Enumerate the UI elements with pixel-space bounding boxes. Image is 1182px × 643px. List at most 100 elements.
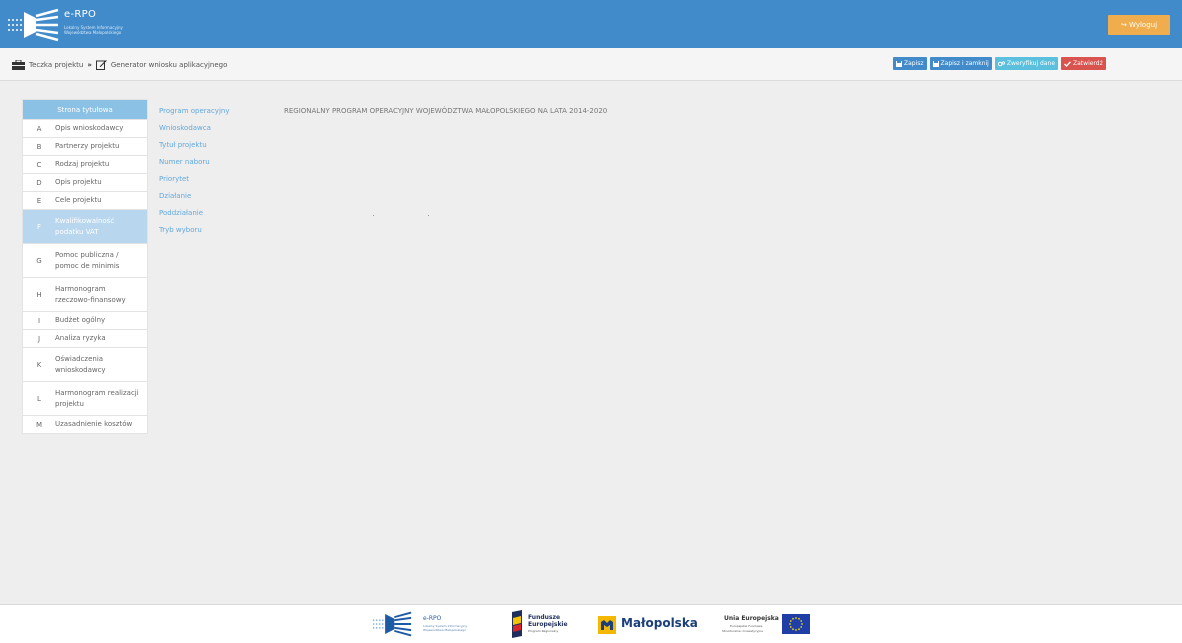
sidebar-item-k[interactable]: K Oświadczenia wnioskodawcy <box>23 347 147 381</box>
logout-label: Wyloguj <box>1129 21 1158 29</box>
breadcrumb-generator: Generator wniosku aplikacyjnego <box>110 60 228 69</box>
sidebar-item-c[interactable]: C Rodzaj projektu <box>23 155 147 173</box>
sign-out-icon: ↪ <box>1120 21 1130 29</box>
breadcrumb: Teczka projektu » Generator wniosku apli… <box>12 59 227 70</box>
sidebar-item-label: Kwalifikowalność podatku VAT <box>55 216 115 236</box>
section-sidebar: Strona tytułowa A Opis wnioskodawcy B Pa… <box>22 99 148 434</box>
sidebar-item-d[interactable]: D Opis projektu <box>23 173 147 191</box>
sidebar-item-label: Partnerzy projektu <box>55 142 120 150</box>
sidebar-item-letter: C <box>36 160 42 169</box>
empty-value-marker <box>373 215 374 216</box>
check-icon <box>1064 60 1072 67</box>
footer-fe-title-2: Europejskie <box>528 621 568 628</box>
sidebar-item-letter: L <box>37 394 41 403</box>
footer-erpo-title: e-RPO <box>423 615 442 622</box>
gears-icon <box>997 60 1005 66</box>
sidebar-item-label: Cele projektu <box>55 196 102 204</box>
breadcrumb-project-folder[interactable]: Teczka projektu <box>29 61 83 69</box>
label-selection-mode: Tryb wyboru <box>159 226 202 234</box>
save-icon <box>896 60 902 67</box>
sidebar-item-letter: B <box>36 142 42 151</box>
malopolska-icon <box>598 616 616 634</box>
verify-label: Zweryfikuj dane <box>1006 60 1056 67</box>
footer-eu-logo: Unia Europejska Europejskie Fundusze Str… <box>718 611 818 639</box>
sidebar-item-j[interactable]: J Analiza ryzyka <box>23 329 147 347</box>
sidebar-item-e[interactable]: E Cele projektu <box>23 191 147 209</box>
sidebar-item-a[interactable]: A Opis wnioskodawcy <box>23 119 147 137</box>
sidebar-item-letter: K <box>36 360 42 369</box>
footer-fe-subtitle: Program Regionalny <box>528 629 559 633</box>
sidebar-item-letter: H <box>36 290 42 299</box>
footer-fe-title-1: Fundusze <box>528 614 561 621</box>
footer-eu-subtitle-1: Europejskie Fundusze <box>730 624 763 628</box>
sidebar-item-label: Budżet ogólny <box>55 316 106 324</box>
edit-icon <box>95 60 107 70</box>
erpo-logo-icon <box>372 611 412 637</box>
sidebar-item-b[interactable]: B Partnerzy projektu <box>23 137 147 155</box>
label-subaction: Poddziałanie <box>159 209 204 217</box>
top-header: e-RPO Lokalny System Informacyjny Wojewó… <box>0 0 1182 48</box>
sidebar-item-label: Pomoc publiczna / pomoc de minimis <box>55 250 120 270</box>
footer-eu-subtitle-2: Strukturalne i Inwestycyjne <box>722 629 764 633</box>
fundusze-europejskie-icon <box>512 610 522 638</box>
toolbar: Zapisz Zapisz i zamknij Zweryfikuj dane … <box>893 57 1106 70</box>
confirm-label: Zatwierdź <box>1073 60 1103 67</box>
save-close-button[interactable]: Zapisz i zamknij <box>929 57 992 70</box>
sidebar-item-m[interactable]: M Uzasadnienie kosztów <box>23 415 147 433</box>
footer-erpo-subtitle-2: Województwa Małopolskiego <box>423 628 466 632</box>
breadcrumb-separator: » <box>87 60 92 69</box>
sidebar-item-letter: D <box>36 178 42 187</box>
footer-erpo-logo: e-RPO Lokalny System Informacyjny Wojewó… <box>365 611 485 637</box>
label-program: Program operacyjny <box>159 107 230 115</box>
sidebar-item-title-page[interactable]: Strona tytułowa <box>23 100 147 119</box>
briefcase-icon <box>12 59 25 70</box>
save-button[interactable]: Zapisz <box>893 57 927 70</box>
save-label: Zapisz <box>904 60 924 67</box>
sidebar-item-g[interactable]: G Pomoc publiczna / pomoc de minimis <box>23 243 147 277</box>
sidebar-item-letter: M <box>35 420 43 429</box>
logo-title: e-RPO <box>64 9 97 20</box>
sidebar-item-letter: I <box>37 316 41 325</box>
verify-button[interactable]: Zweryfikuj dane <box>994 57 1059 70</box>
sidebar-item-label: Opis wnioskodawcy <box>55 124 124 132</box>
title-page-form: Program operacyjny Wnioskodawca Tytuł pr… <box>159 103 229 239</box>
sidebar-item-f[interactable]: F Kwalifikowalność podatku VAT <box>23 209 147 243</box>
sidebar-item-label: Rodzaj projektu <box>55 160 110 168</box>
sidebar-item-letter: A <box>36 124 42 133</box>
save-icon <box>932 60 939 67</box>
footer-eu-title: Unia Europejska <box>724 615 779 622</box>
save-close-label: Zapisz i zamknij <box>940 60 989 67</box>
sidebar-item-letter: F <box>36 222 42 231</box>
footer: e-RPO Lokalny System Informacyjny Wojewó… <box>0 604 1182 643</box>
footer-fundusze-europejskie-logo: Fundusze Europejskie Program Regionalny <box>510 609 580 639</box>
footer-malopolska-logo: Małopolska <box>598 613 698 637</box>
sidebar-item-label: Opis projektu <box>55 178 102 186</box>
sidebar-item-label: Harmonogram realizacji projektu <box>55 388 139 408</box>
label-call-number: Numer naboru <box>159 158 210 166</box>
footer-malopolska-title: Małopolska <box>621 616 698 630</box>
sidebar-item-i[interactable]: I Budżet ogólny <box>23 311 147 329</box>
sidebar-item-label: Analiza ryzyka <box>55 334 106 342</box>
sidebar-item-label: Oświadczenia wnioskodawcy <box>55 354 106 374</box>
erpo-logo[interactable]: e-RPO Lokalny System Informacyjny Wojewó… <box>6 8 156 42</box>
sidebar-item-letter: E <box>36 196 42 205</box>
label-applicant: Wnioskodawca <box>159 124 211 132</box>
empty-value-marker <box>428 215 429 216</box>
confirm-button[interactable]: Zatwierdź <box>1061 57 1106 70</box>
eu-flag-icon <box>782 614 810 634</box>
sidebar-item-h[interactable]: H Harmonogram rzeczowo-finansowy <box>23 277 147 311</box>
label-priority: Priorytet <box>159 175 190 183</box>
label-action: Działanie <box>159 192 192 200</box>
logout-button[interactable]: ↪ Wyloguj <box>1108 15 1170 35</box>
breadcrumb-bar: Teczka projektu » Generator wniosku apli… <box>0 48 1182 81</box>
sidebar-item-letter: G <box>36 256 42 265</box>
sidebar-item-label: Strona tytułowa <box>57 105 113 114</box>
sidebar-item-label: Uzasadnienie kosztów <box>55 420 133 428</box>
program-value: REGIONALNY PROGRAM OPERACYJNY WOJEWÓDZTW… <box>284 107 608 115</box>
logo-subtitle-2: Województwa Małopolskiego <box>64 30 122 35</box>
label-project-title: Tytuł projektu <box>159 141 207 149</box>
sidebar-item-label: Harmonogram rzeczowo-finansowy <box>55 284 126 304</box>
sidebar-item-letter: J <box>37 334 41 343</box>
erpo-logo-icon <box>8 8 59 42</box>
sidebar-item-l[interactable]: L Harmonogram realizacji projektu <box>23 381 147 415</box>
